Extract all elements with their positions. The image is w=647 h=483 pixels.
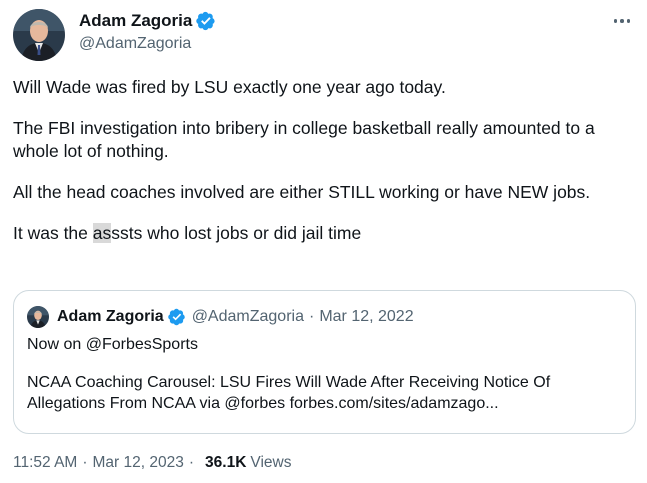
quoted-tweet-header: Adam Zagoria @AdamZagoria · Mar 12, 2022: [27, 305, 414, 329]
tweet-time[interactable]: 11:52 AM: [13, 454, 77, 472]
author-names: Adam Zagoria @AdamZagoria: [79, 10, 216, 53]
avatar[interactable]: [13, 9, 65, 61]
verified-badge-icon: [167, 308, 186, 326]
tweet-text-segment: ssts who lost jobs or did jail time: [111, 223, 362, 243]
author-handle[interactable]: @AdamZagoria: [79, 35, 216, 53]
quoted-tweet-line: NCAA Coaching Carousel: LSU Fires Will W…: [27, 374, 551, 412]
separator-dot: ·: [308, 308, 315, 325]
quoted-tweet[interactable]: Adam Zagoria @AdamZagoria · Mar 12, 2022…: [13, 290, 636, 434]
views-count: 36.1K: [205, 454, 247, 471]
tweet-header: Adam Zagoria @AdamZagoria: [13, 9, 635, 63]
tweet: Adam Zagoria @AdamZagoria Will Wade was …: [0, 0, 647, 483]
tweet-text: Will Wade was fired by LSU exactly one y…: [13, 76, 633, 245]
text-selection-highlight: as: [92, 223, 112, 243]
quoted-tweet-text: Now on @ForbesSports NCAA Coaching Carou…: [27, 334, 617, 414]
quoted-tweet-line: Now on @ForbesSports: [27, 336, 198, 353]
quoted-author-name: Adam Zagoria: [57, 308, 164, 325]
tweet-paragraph: The FBI investigation into bribery in co…: [13, 118, 595, 161]
more-options-icon[interactable]: [609, 11, 635, 31]
views-label: Views: [250, 454, 292, 471]
separator-dot: ·: [188, 454, 195, 471]
quoted-avatar[interactable]: [27, 306, 49, 328]
quoted-tweet-date: Mar 12, 2022: [319, 308, 414, 325]
tweet-paragraph: All the head coaches involved are either…: [13, 182, 591, 202]
tweet-paragraph: Will Wade was fired by LSU exactly one y…: [13, 77, 446, 97]
tweet-paragraph-last: It was the asssts who lost jobs or did j…: [13, 222, 633, 245]
separator-dot: ·: [82, 454, 88, 471]
tweet-text-segment: It was the: [13, 223, 93, 243]
tweet-date[interactable]: Mar 12, 2023: [93, 454, 184, 472]
verified-badge-icon: [196, 11, 216, 31]
author-name[interactable]: Adam Zagoria: [79, 11, 192, 31]
quoted-author-handle: @AdamZagoria: [191, 308, 304, 325]
tweet-meta: 11:52 AM · Mar 12, 2023 · 36.1K Views: [13, 454, 291, 472]
